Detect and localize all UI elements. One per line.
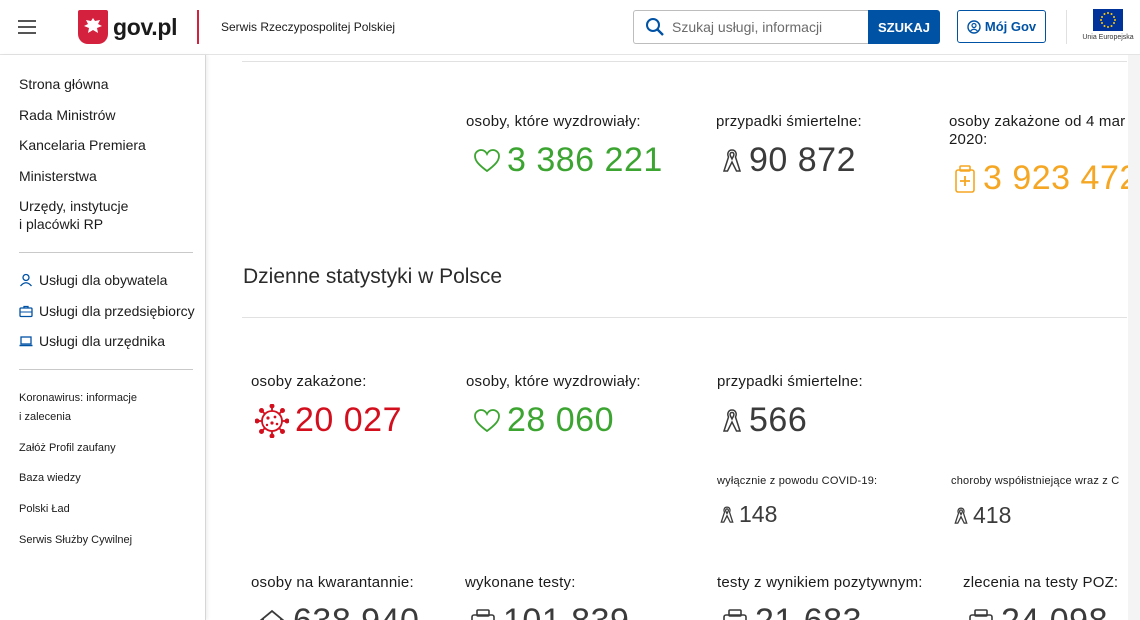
summary-deaths-value: 90 872 — [721, 141, 856, 180]
sidebar-item-coronavirus[interactable]: Koronawirus: informacje — [19, 389, 137, 408]
positive-tests-label: testy z wynikiem pozytywnym: — [717, 574, 923, 591]
sidebar-divider — [19, 369, 193, 370]
test-kit-icon — [969, 608, 993, 620]
ribbon-icon — [954, 506, 968, 524]
briefcase-icon — [19, 305, 33, 318]
sidebar-item-ministries[interactable]: Ministerstwa — [19, 167, 97, 185]
quarantine-label: osoby na kwarantannie: — [251, 574, 414, 591]
poz-orders-value: 24 098 — [967, 602, 1108, 620]
virus-icon — [255, 403, 289, 438]
section-title: Dzienne statystyki w Polsce — [243, 265, 503, 288]
gov-logo[interactable]: gov.pl — [78, 10, 178, 44]
summary-deaths-label: przypadki śmiertelne: — [716, 113, 862, 130]
test-kit-icon — [471, 608, 495, 620]
sidebar-item-coronavirus-line2[interactable]: i zalecenia — [19, 408, 71, 427]
header-divider — [197, 10, 199, 44]
daily-deaths-label: przypadki śmiertelne: — [717, 373, 863, 390]
sidebar-item-trusted-profile[interactable]: Załóż Profil zaufany — [19, 439, 116, 458]
medical-kit-icon — [955, 164, 975, 193]
sidebar-item-label: Usługi dla urzędnika — [39, 333, 166, 349]
summary-recovered-label: osoby, które wyzdrowiały: — [466, 113, 641, 130]
sidebar-item-official-services[interactable]: Usługi dla urzędnika — [19, 333, 165, 349]
my-gov-button[interactable]: Mój Gov — [957, 10, 1046, 43]
daily-deaths-value: 566 — [721, 401, 807, 440]
house-icon — [259, 609, 285, 620]
sidebar-item-business-services[interactable]: Usługi dla przedsiębiorcy — [19, 303, 195, 319]
comorbid-value: 418 — [953, 502, 1011, 529]
menu-icon[interactable] — [18, 20, 36, 34]
summary-infected-label: osoby zakażone od 4 mar — [949, 113, 1126, 130]
sidebar-divider — [19, 252, 193, 253]
daily-infected-value: 20 027 — [255, 401, 402, 440]
heart-icon — [474, 408, 500, 432]
search-button[interactable]: SZUKAJ — [868, 10, 940, 44]
summary-recovered-value: 3 386 221 — [473, 141, 663, 180]
main-content: osoby, które wyzdrowiały: 3 386 221 przy… — [207, 55, 1140, 620]
logo-text: gov.pl — [113, 13, 178, 40]
divider — [242, 61, 1127, 62]
sidebar-item-offices[interactable]: Urzędy, instytucje — [19, 197, 128, 215]
sidebar-item-citizen-services[interactable]: Usługi dla obywatela — [19, 272, 167, 288]
ribbon-icon — [722, 148, 742, 172]
tests-label: wykonane testy: — [465, 574, 576, 591]
top-header: gov.pl Serwis Rzeczypospolitej Polskiej … — [0, 0, 1140, 55]
sidebar-item-label: Usługi dla obywatela — [39, 272, 168, 288]
polish-eagle-icon — [78, 10, 108, 44]
tests-value: 101 839 — [469, 602, 629, 620]
summary-infected-value: 3 923 472 — [953, 159, 1139, 198]
eu-badge: Unia Europejska — [1080, 9, 1136, 41]
sidebar-item-council-of-ministers[interactable]: Rada Ministrów — [19, 106, 115, 124]
poz-orders-label: zlecenia na testy POZ: — [963, 574, 1119, 591]
service-name: Serwis Rzeczypospolitej Polskiej — [221, 20, 396, 34]
summary-infected-label-line2: 2020: — [949, 131, 988, 148]
scrollbar[interactable] — [1128, 55, 1140, 620]
ribbon-icon — [720, 505, 734, 523]
search-icon — [646, 18, 664, 36]
laptop-icon — [19, 336, 33, 347]
eu-flag-icon — [1093, 9, 1123, 31]
my-gov-label: Mój Gov — [984, 19, 1037, 34]
user-icon — [20, 273, 32, 287]
test-kit-icon — [723, 608, 747, 620]
divider — [242, 317, 1127, 318]
sidebar-item-knowledge-base[interactable]: Baza wiedzy — [19, 469, 81, 488]
eu-divider — [1066, 10, 1067, 44]
comorbid-label: choroby współistniejące wraz z C — [951, 475, 1120, 487]
sidebar-item-offices-line2[interactable]: i placówki RP — [19, 215, 103, 233]
heart-icon — [474, 148, 500, 172]
search-input[interactable] — [672, 19, 862, 35]
sidebar-item-civil-service[interactable]: Serwis Służby Cywilnej — [19, 531, 132, 550]
daily-infected-label: osoby zakażone: — [251, 373, 367, 390]
search-box — [633, 10, 869, 44]
covid-only-value: 148 — [719, 501, 777, 528]
daily-recovered-value: 28 060 — [473, 401, 614, 440]
covid-only-label: wyłącznie z powodu COVID-19: — [717, 475, 878, 487]
ribbon-icon — [722, 408, 742, 432]
sidebar-item-home[interactable]: Strona główna — [19, 75, 109, 93]
user-circle-icon — [967, 19, 981, 34]
positive-tests-value: 21 683 — [721, 602, 862, 620]
eu-label: Unia Europejska — [1082, 34, 1134, 41]
daily-recovered-label: osoby, które wyzdrowiały: — [466, 373, 641, 390]
sidebar: Strona główna Rada Ministrów Kancelaria … — [0, 55, 206, 620]
sidebar-item-polski-lad[interactable]: Polski Ład — [19, 500, 70, 519]
quarantine-value: 638 940 — [257, 602, 419, 620]
sidebar-item-label: Usługi dla przedsiębiorcy — [39, 303, 195, 319]
sidebar-item-chancellery[interactable]: Kancelaria Premiera — [19, 136, 146, 154]
